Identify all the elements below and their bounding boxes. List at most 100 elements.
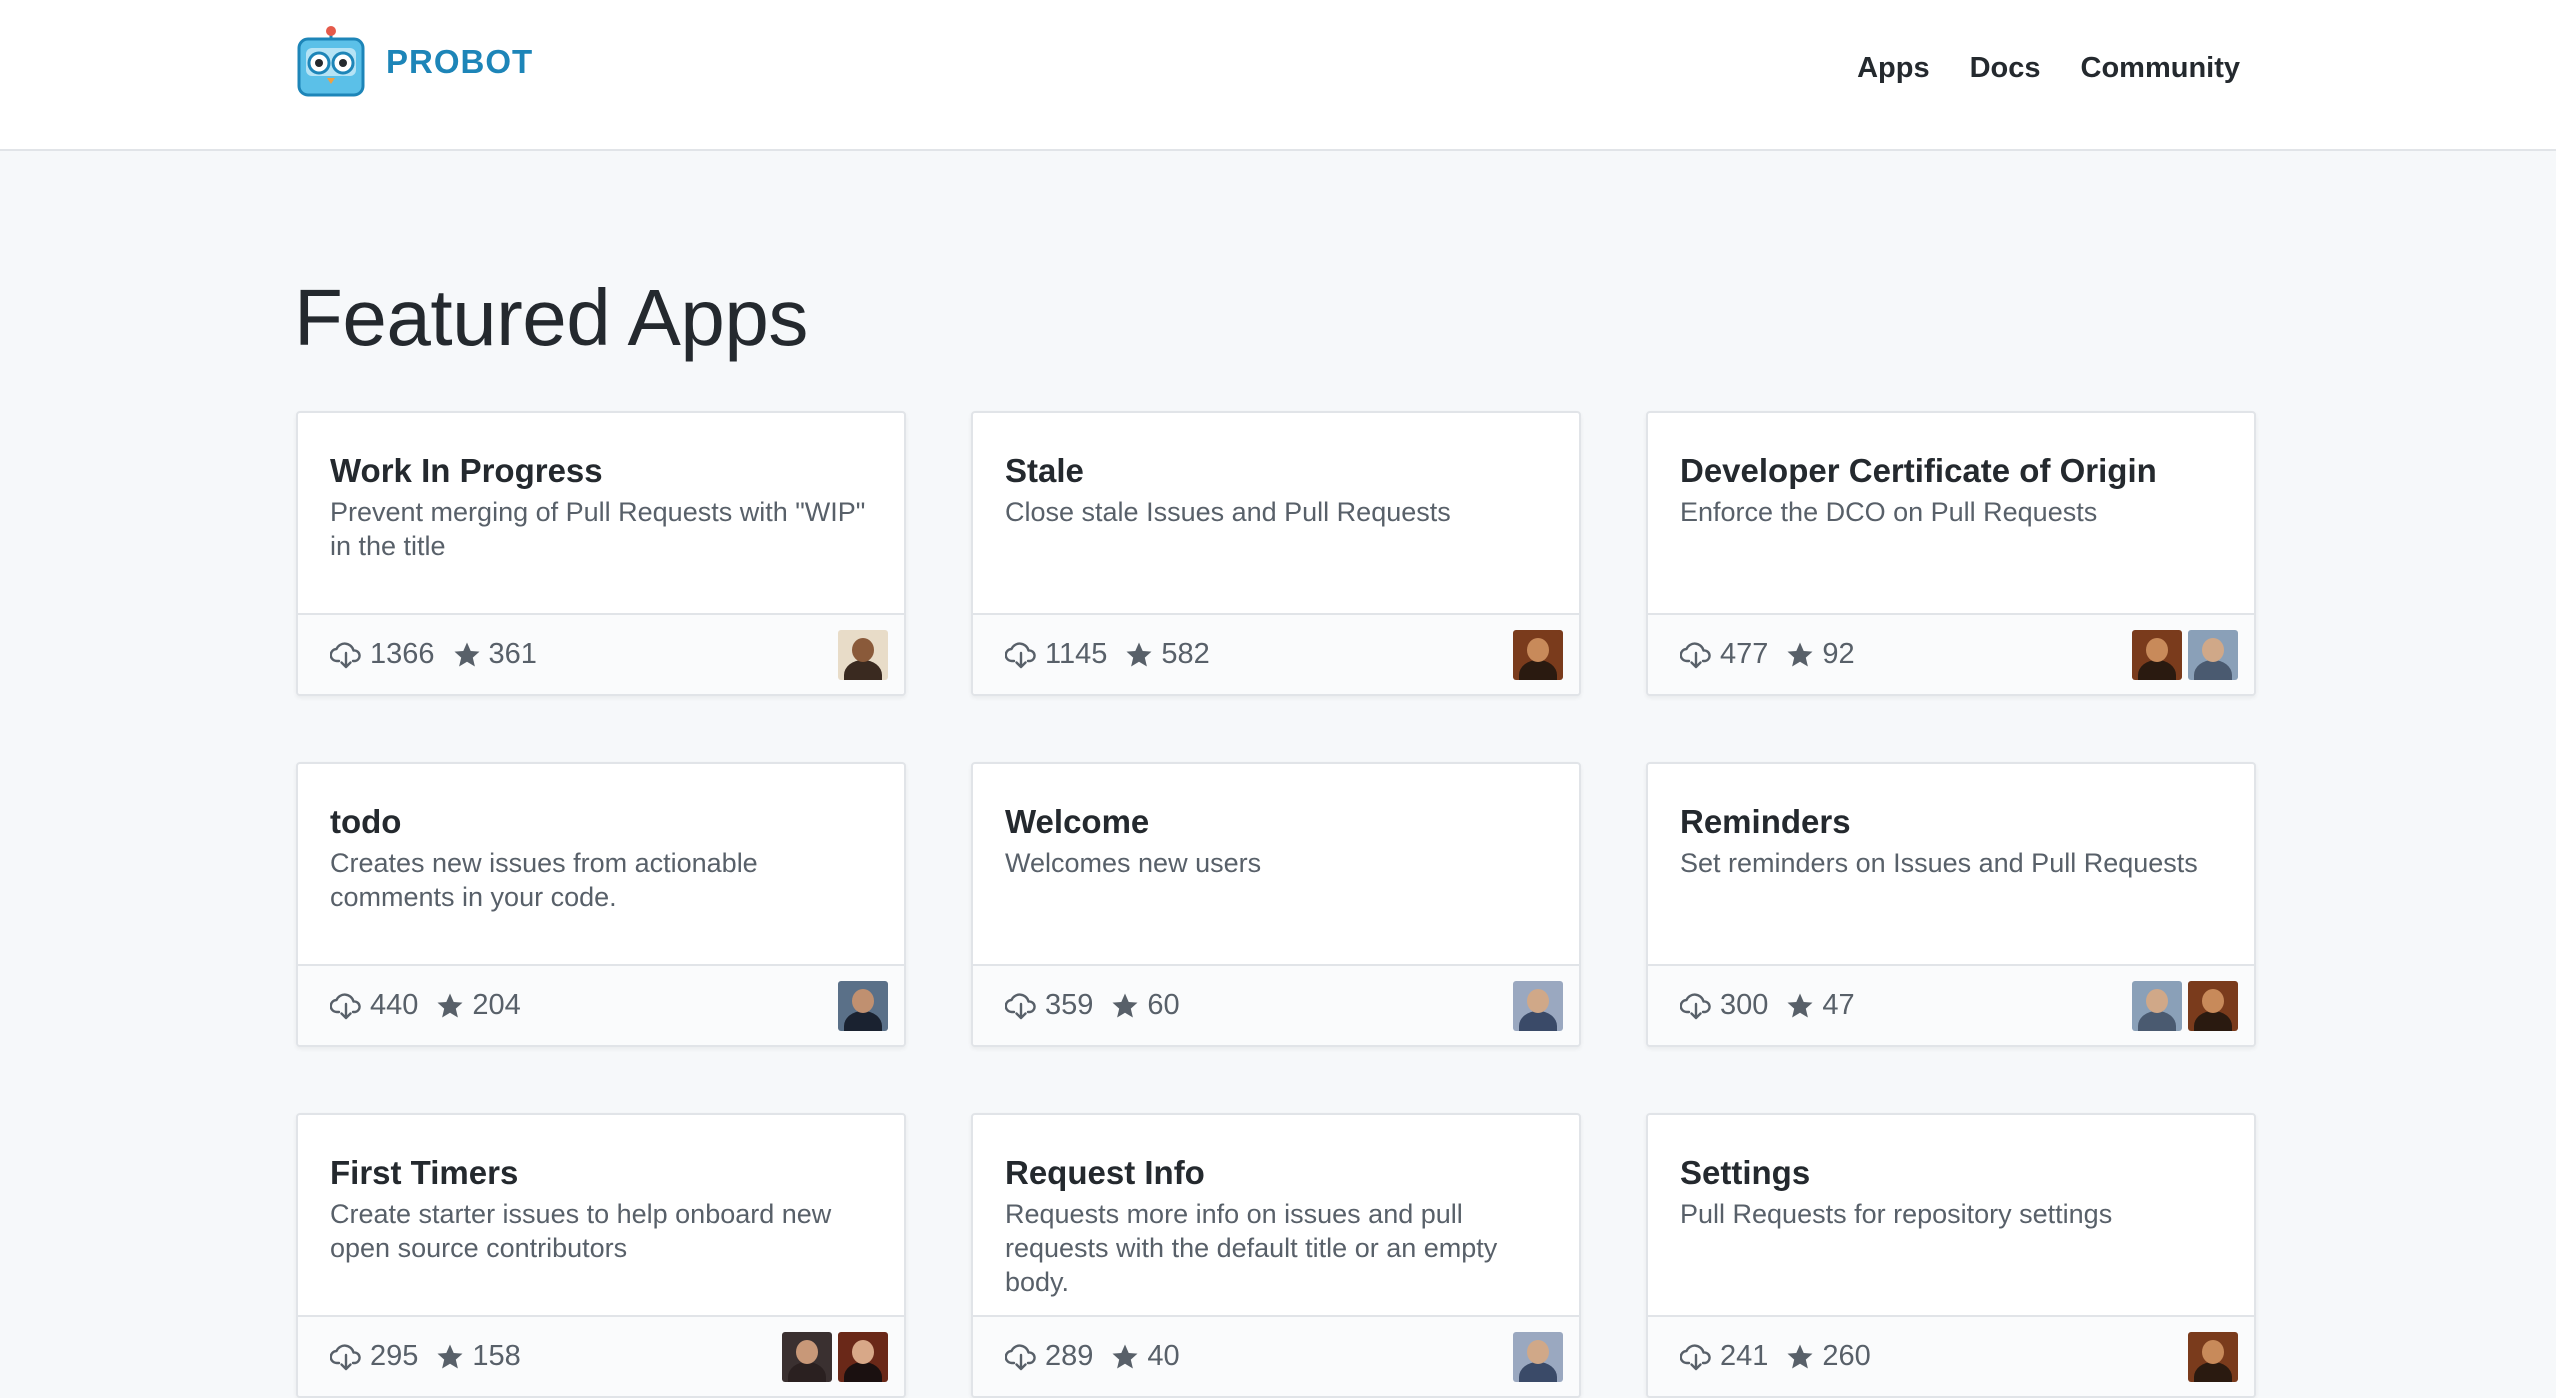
maintainer-avatars	[782, 1331, 888, 1382]
star-count-value: 204	[472, 989, 521, 1021]
maintainer-avatar[interactable]	[1513, 629, 1563, 680]
maintainer-avatar[interactable]	[2132, 629, 2182, 680]
star-count-value: 361	[488, 638, 537, 670]
app-name[interactable]: todo	[330, 800, 872, 844]
install-count: 295	[330, 1340, 418, 1373]
avatar-body	[2194, 659, 2232, 680]
star-icon	[1786, 992, 1814, 1020]
app-card-body: Reminders Set reminders on Issues and Pu…	[1648, 764, 2254, 964]
star-count-value: 92	[1822, 638, 1855, 670]
install-count: 1145	[1005, 638, 1107, 671]
maintainer-avatars	[838, 629, 888, 680]
star-count: 260	[1786, 1340, 1871, 1373]
app-card[interactable]: Welcome Welcomes new users 359 60	[971, 762, 1581, 1047]
app-description: Creates new issues from actionable comme…	[330, 848, 758, 912]
app-card[interactable]: First Timers Create starter issues to he…	[296, 1113, 906, 1398]
avatar-body	[2138, 1010, 2176, 1031]
star-count-value: 158	[472, 1340, 521, 1372]
robot-logo-icon	[297, 26, 365, 97]
maintainer-avatar[interactable]	[782, 1331, 832, 1382]
app-card[interactable]: Stale Close stale Issues and Pull Reques…	[971, 411, 1581, 696]
install-count: 359	[1005, 989, 1093, 1022]
app-name[interactable]: First Timers	[330, 1151, 872, 1195]
maintainer-avatar[interactable]	[838, 980, 888, 1031]
app-card[interactable]: Settings Pull Requests for repository se…	[1646, 1113, 2256, 1398]
cloud-download-icon	[1680, 1342, 1712, 1372]
app-card[interactable]: Request Info Requests more info on issue…	[971, 1113, 1581, 1398]
app-card[interactable]: Reminders Set reminders on Issues and Pu…	[1646, 762, 2256, 1047]
app-name[interactable]: Settings	[1680, 1151, 2222, 1195]
probot-logo-link[interactable]: PROBOT	[296, 26, 533, 98]
app-name[interactable]: Stale	[1005, 449, 1547, 493]
avatar-body	[1519, 1010, 1557, 1031]
nav-link-apps[interactable]: Apps	[1857, 48, 1930, 88]
app-card-body: Settings Pull Requests for repository se…	[1648, 1115, 2254, 1315]
app-card-footer: 359 60	[973, 964, 1579, 1045]
app-card-footer: 300 47	[1648, 964, 2254, 1045]
app-name[interactable]: Welcome	[1005, 800, 1547, 844]
install-count: 241	[1680, 1340, 1768, 1373]
maintainer-avatar[interactable]	[2188, 629, 2238, 680]
avatar-body	[844, 1361, 882, 1382]
maintainer-avatars	[2188, 1331, 2238, 1382]
app-card-body: Stale Close stale Issues and Pull Reques…	[973, 413, 1579, 613]
avatar-body	[844, 1010, 882, 1031]
cloud-download-icon	[1005, 991, 1037, 1021]
cloud-download-icon	[1005, 1342, 1037, 1372]
app-card-footer: 289 40	[973, 1315, 1579, 1396]
star-count: 204	[436, 989, 521, 1022]
app-description: Set reminders on Issues and Pull Request…	[1680, 848, 2198, 878]
avatar-head	[1527, 1339, 1549, 1364]
maintainer-avatar[interactable]	[838, 1331, 888, 1382]
maintainer-avatar[interactable]	[2188, 1331, 2238, 1382]
star-count: 40	[1111, 1340, 1180, 1373]
app-card-body: Developer Certificate of Origin Enforce …	[1648, 413, 2254, 613]
main-nav: Apps Docs Community	[1857, 48, 2240, 88]
app-name[interactable]: Request Info	[1005, 1151, 1547, 1195]
avatar-body	[788, 1361, 826, 1382]
maintainer-avatars	[2132, 629, 2238, 680]
star-count-value: 582	[1161, 638, 1210, 670]
star-count: 582	[1125, 638, 1210, 671]
maintainer-avatars	[1513, 1331, 1563, 1382]
star-icon	[1786, 641, 1814, 669]
app-card-footer: 477 92	[1648, 613, 2254, 694]
maintainer-avatar[interactable]	[2188, 980, 2238, 1031]
avatar-head	[2202, 1339, 2224, 1364]
nav-link-docs[interactable]: Docs	[1970, 48, 2041, 88]
star-icon	[1111, 1343, 1139, 1371]
avatar-head	[2202, 988, 2224, 1013]
app-name[interactable]: Developer Certificate of Origin	[1680, 449, 2222, 493]
avatar-head	[2202, 637, 2224, 662]
maintainer-avatar[interactable]	[1513, 980, 1563, 1031]
star-icon	[436, 992, 464, 1020]
star-icon	[436, 1343, 464, 1371]
star-count-value: 40	[1147, 1340, 1180, 1372]
logo-text: PROBOT	[386, 43, 534, 80]
app-card-body: Request Info Requests more info on issue…	[973, 1115, 1579, 1315]
star-count: 158	[436, 1340, 521, 1373]
cloud-download-icon	[1005, 640, 1037, 670]
app-description: Enforce the DCO on Pull Requests	[1680, 497, 2098, 527]
star-icon	[1111, 992, 1139, 1020]
cloud-download-icon	[1680, 991, 1712, 1021]
app-name[interactable]: Work In Progress	[330, 449, 872, 493]
star-count-value: 60	[1147, 989, 1180, 1021]
app-description: Create starter issues to help onboard ne…	[330, 1199, 832, 1263]
maintainer-avatar[interactable]	[838, 629, 888, 680]
nav-link-community[interactable]: Community	[2081, 48, 2241, 88]
star-count: 47	[1786, 989, 1855, 1022]
app-card[interactable]: todo Creates new issues from actionable …	[296, 762, 906, 1047]
maintainer-avatar[interactable]	[2132, 980, 2182, 1031]
app-card[interactable]: Developer Certificate of Origin Enforce …	[1646, 411, 2256, 696]
cloud-download-icon	[330, 1342, 362, 1372]
app-card-footer: 1366 361	[298, 613, 904, 694]
cloud-download-icon	[330, 991, 362, 1021]
install-count-value: 1366	[370, 638, 435, 670]
maintainer-avatar[interactable]	[1513, 1331, 1563, 1382]
avatar-head	[1527, 637, 1549, 662]
maintainer-avatars	[838, 980, 888, 1031]
app-card[interactable]: Work In Progress Prevent merging of Pull…	[296, 411, 906, 696]
app-name[interactable]: Reminders	[1680, 800, 2222, 844]
install-count: 289	[1005, 1340, 1093, 1373]
